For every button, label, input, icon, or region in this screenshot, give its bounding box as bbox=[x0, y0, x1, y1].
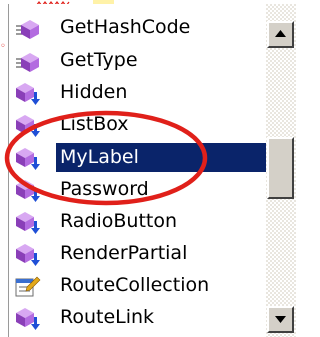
extension-method-icon bbox=[16, 83, 40, 105]
completion-item-label: GetType bbox=[60, 49, 138, 71]
completion-item-renderpartial[interactable]: RenderPartial bbox=[9, 238, 265, 269]
extension-method-icon bbox=[16, 115, 40, 137]
extension-method-icon bbox=[16, 180, 40, 202]
completion-item-label: Password bbox=[60, 178, 149, 200]
editor-edge-mark: ◦ bbox=[0, 41, 6, 52]
scroll-down-button[interactable] bbox=[267, 306, 294, 333]
vertical-scrollbar[interactable] bbox=[266, 4, 296, 337]
completion-item-hidden[interactable]: Hidden bbox=[9, 77, 265, 108]
completion-item-label: RouteCollection bbox=[60, 274, 210, 296]
completion-item-gettype[interactable]: GetType bbox=[9, 45, 265, 76]
extension-method-icon bbox=[16, 308, 40, 330]
extension-method-icon bbox=[16, 212, 40, 234]
property-icon bbox=[15, 276, 41, 297]
method-icon bbox=[16, 53, 39, 72]
intellisense-dropdown[interactable]: GetHashCode GetType Hidden ListBox MyLab… bbox=[8, 4, 296, 337]
completion-item-label: MyLabel bbox=[56, 143, 268, 172]
completion-item-label: RouteLink bbox=[60, 306, 155, 328]
extension-method-icon bbox=[16, 148, 40, 170]
completion-item-mylabel[interactable]: MyLabel bbox=[9, 142, 268, 173]
completion-item-label: RadioButton bbox=[60, 210, 178, 232]
completion-item-radiobutton[interactable]: RadioButton bbox=[9, 206, 265, 237]
completion-item-routelink[interactable]: RouteLink bbox=[9, 302, 265, 333]
completion-item-label: Hidden bbox=[60, 81, 128, 103]
completion-item-password[interactable]: Password bbox=[9, 174, 265, 205]
completion-item-label: GetHashCode bbox=[60, 16, 191, 38]
completion-item-listbox[interactable]: ListBox bbox=[9, 109, 265, 140]
completion-item-routecollection[interactable]: RouteCollection bbox=[9, 270, 265, 301]
triangle-up-icon bbox=[275, 30, 286, 37]
method-icon bbox=[16, 20, 39, 39]
completion-item-label: ListBox bbox=[60, 113, 129, 135]
scroll-up-button[interactable] bbox=[267, 21, 294, 48]
completion-item-gethashcode[interactable]: GetHashCode bbox=[9, 12, 265, 43]
scrollbar-thumb[interactable] bbox=[267, 137, 294, 199]
completion-item-label: RenderPartial bbox=[60, 242, 188, 264]
triangle-down-icon bbox=[275, 316, 286, 323]
extension-method-icon bbox=[16, 244, 40, 266]
